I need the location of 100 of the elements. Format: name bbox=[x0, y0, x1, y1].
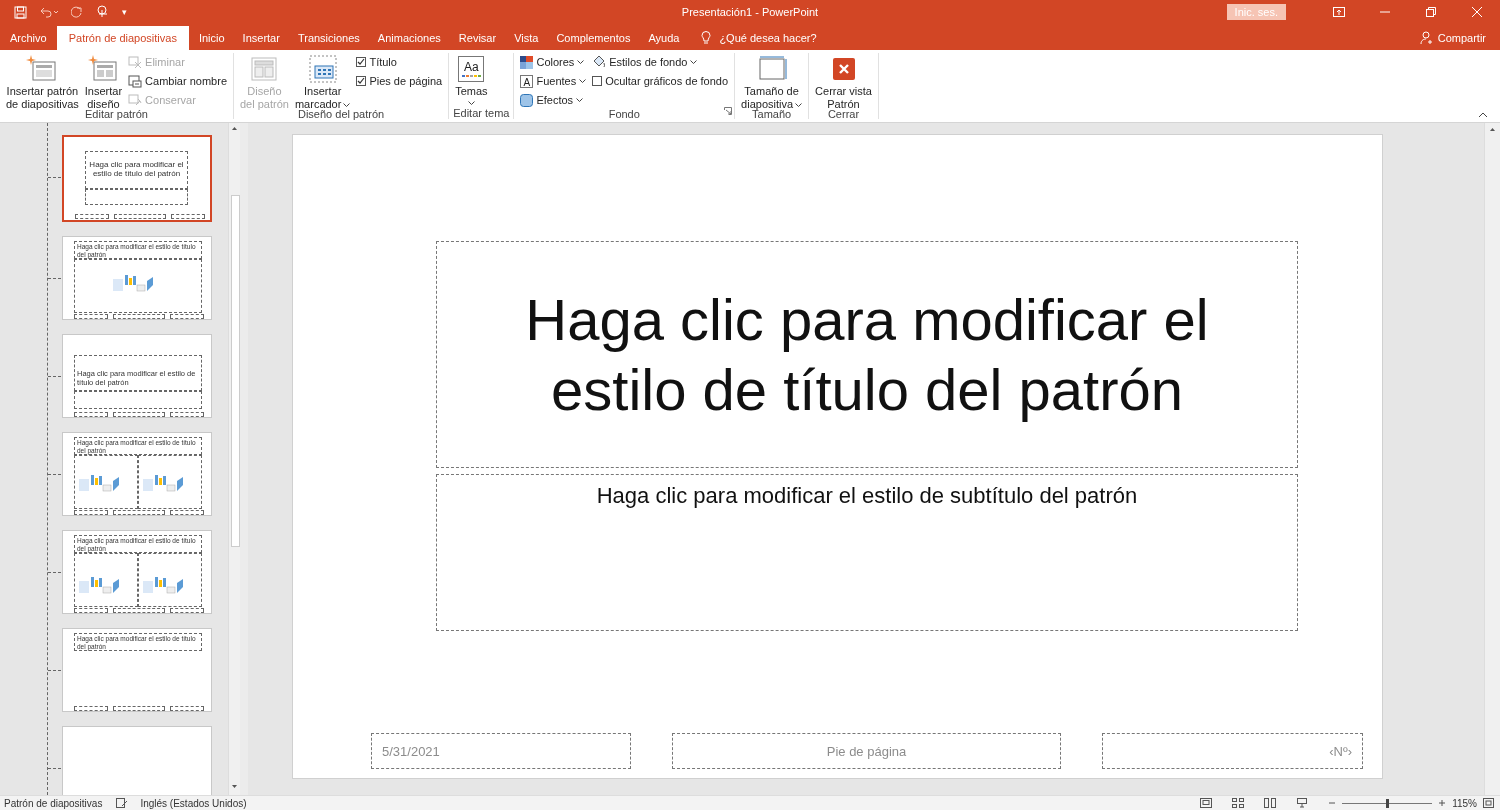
ribbon-tab[interactable]: Ayuda bbox=[640, 26, 688, 50]
ribbon-tab[interactable]: Inicio bbox=[190, 26, 233, 50]
checkbox[interactable]: Pies de página bbox=[356, 72, 443, 90]
redo-icon[interactable] bbox=[71, 6, 83, 18]
slide-title: Haga clic para modificar el estilo de título del patrón bbox=[524, 285, 1210, 424]
pin-icon bbox=[128, 93, 143, 107]
checkbox[interactable]: Título bbox=[356, 53, 443, 71]
fonts-icon: A bbox=[520, 74, 534, 88]
delete-icon bbox=[128, 55, 143, 69]
fit-slide-icon[interactable] bbox=[1483, 798, 1494, 808]
scroll-down-icon[interactable] bbox=[230, 782, 239, 791]
ribbon-tab[interactable]: Insertar bbox=[234, 26, 288, 50]
lightbulb-icon[interactable] bbox=[701, 31, 712, 45]
placeholder-outline bbox=[114, 214, 166, 219]
close-icon bbox=[832, 58, 855, 80]
ribbon-tab[interactable]: Animaciones bbox=[369, 26, 449, 50]
restore-icon[interactable] bbox=[1426, 7, 1436, 17]
ribbon-tab[interactable]: Complementos bbox=[548, 26, 639, 50]
person-add-icon bbox=[1419, 31, 1434, 45]
date-placeholder[interactable]: 5/31/2021 bbox=[371, 733, 631, 769]
placeholder-outline bbox=[113, 608, 165, 613]
checkbox[interactable]: Ocultar gráficos de fondo bbox=[592, 72, 729, 90]
placeholder-outline bbox=[113, 510, 165, 515]
customize-toolbar-icon[interactable]: ▾ bbox=[122, 7, 127, 17]
language-label[interactable]: Inglés (Estados Unidos) bbox=[140, 797, 247, 809]
zoom-level[interactable]: 115% bbox=[1452, 797, 1477, 809]
placeholder-outline bbox=[74, 608, 108, 613]
placeholder-outline bbox=[170, 608, 204, 613]
effects-icon bbox=[520, 93, 534, 107]
slide-thumbnail[interactable] bbox=[62, 726, 212, 795]
normal-view-icon[interactable] bbox=[1200, 798, 1213, 808]
ribbon-tab[interactable]: Transiciones bbox=[289, 26, 368, 50]
background-styles-icon bbox=[592, 55, 607, 69]
placeholder-outline bbox=[170, 510, 204, 515]
colors-icon bbox=[520, 55, 534, 69]
sample-graphics-drawing bbox=[111, 273, 155, 295]
group-label: Diseño del patrón bbox=[297, 108, 385, 121]
placeholder-outline bbox=[113, 706, 165, 711]
slide-subtitle: Haga clic para modificar el estilo de subtítulo del patrón bbox=[596, 483, 1138, 510]
scroll-up-icon[interactable] bbox=[1488, 125, 1497, 134]
check-icon bbox=[357, 77, 366, 85]
ribbon-button[interactable]: Insertar patrón de diapositivas bbox=[4, 53, 81, 111]
sample-graphics-drawing bbox=[141, 575, 185, 597]
ribbon-button[interactable]: Efectos bbox=[520, 91, 587, 109]
rename-icon bbox=[128, 74, 143, 88]
ribbon-button[interactable]: Cerrar vista Patrón bbox=[813, 53, 874, 111]
share-button[interactable]: Compartir bbox=[1419, 26, 1500, 50]
slide-number-placeholder[interactable]: ‹Nº› bbox=[1102, 733, 1363, 769]
scrollbar[interactable] bbox=[1484, 123, 1500, 795]
thumbnail-title: Haga clic para modificar el estilo de título del patrón bbox=[88, 160, 185, 178]
ribbon-button[interactable]: Estilos de fondo bbox=[592, 53, 729, 71]
ribbon-button[interactable]: Colores bbox=[520, 53, 587, 71]
reading-view-icon[interactable] bbox=[1264, 798, 1277, 808]
placeholder-outline bbox=[74, 412, 108, 417]
placeholder-outline bbox=[170, 412, 204, 417]
placeholder-outline bbox=[113, 412, 165, 417]
collapse-ribbon-icon[interactable] bbox=[1478, 112, 1488, 118]
ribbon-tab[interactable]: Vista bbox=[506, 26, 547, 50]
ribbon-tab[interactable]: Archivo bbox=[2, 26, 55, 50]
sample-graphics-drawing bbox=[141, 473, 185, 495]
zoom-in-icon[interactable] bbox=[1438, 799, 1447, 807]
title-placeholder[interactable]: Haga clic para modificar el estilo de título del patrón bbox=[436, 241, 1298, 468]
touch-mode-icon[interactable] bbox=[95, 5, 110, 19]
ribbon-button[interactable]: Aa Temas bbox=[453, 53, 490, 106]
ribbon-button[interactable]: Insertar diseño bbox=[82, 53, 125, 111]
placeholder-outline bbox=[171, 214, 205, 219]
ribbon-button[interactable]: Tamaño de diapositiva bbox=[739, 53, 805, 111]
slide-show-icon[interactable] bbox=[1296, 798, 1309, 808]
ribbon-display-icon[interactable] bbox=[1333, 7, 1345, 17]
ribbon-tab[interactable]: Patrón de diapositivas bbox=[56, 26, 189, 50]
placeholder-outline bbox=[75, 214, 109, 219]
window-title: Presentación1 - PowerPoint bbox=[681, 6, 819, 18]
close-icon[interactable] bbox=[1472, 7, 1482, 17]
group-label: Cerrar bbox=[827, 108, 860, 121]
save-icon[interactable] bbox=[14, 5, 27, 19]
ribbon-button[interactable]: A Fuentes bbox=[520, 72, 587, 90]
notes-icon[interactable] bbox=[116, 798, 129, 808]
sample-graphics-drawing bbox=[77, 473, 121, 495]
themes-icon: Aa bbox=[458, 56, 485, 82]
group-label: Editar tema bbox=[453, 106, 510, 120]
ribbon-button[interactable]: Cambiar nombre bbox=[128, 72, 227, 90]
view-label: Patrón de diapositivas bbox=[4, 797, 103, 809]
ribbon-button[interactable]: Insertar marcador bbox=[292, 53, 353, 111]
slide-sorter-icon[interactable] bbox=[1232, 798, 1245, 808]
new-layout-icon bbox=[88, 54, 119, 84]
placeholder-outline bbox=[74, 510, 108, 515]
group-label: Editar patrón bbox=[85, 108, 148, 121]
tell-me-field[interactable]: ¿Qué desea hacer? bbox=[719, 32, 817, 44]
dialog-launcher-icon[interactable] bbox=[724, 107, 733, 115]
layout-icon bbox=[249, 54, 280, 84]
check-icon bbox=[357, 58, 366, 66]
slide-thumbnail[interactable]: Haga clic para modificar el estilo de título del patrón bbox=[62, 135, 212, 222]
scrollbar[interactable] bbox=[228, 123, 240, 795]
zoom-slider-thumb[interactable] bbox=[1386, 798, 1390, 808]
placeholder-outline bbox=[74, 706, 108, 711]
ribbon-tab[interactable]: Revisar bbox=[450, 26, 505, 50]
undo-icon[interactable] bbox=[39, 6, 59, 18]
sample-graphics-drawing bbox=[77, 575, 121, 597]
group-label: Fondo bbox=[608, 107, 640, 121]
subtitle-placeholder[interactable]: Haga clic para modificar el estilo de subtítulo del patrón bbox=[436, 474, 1298, 631]
